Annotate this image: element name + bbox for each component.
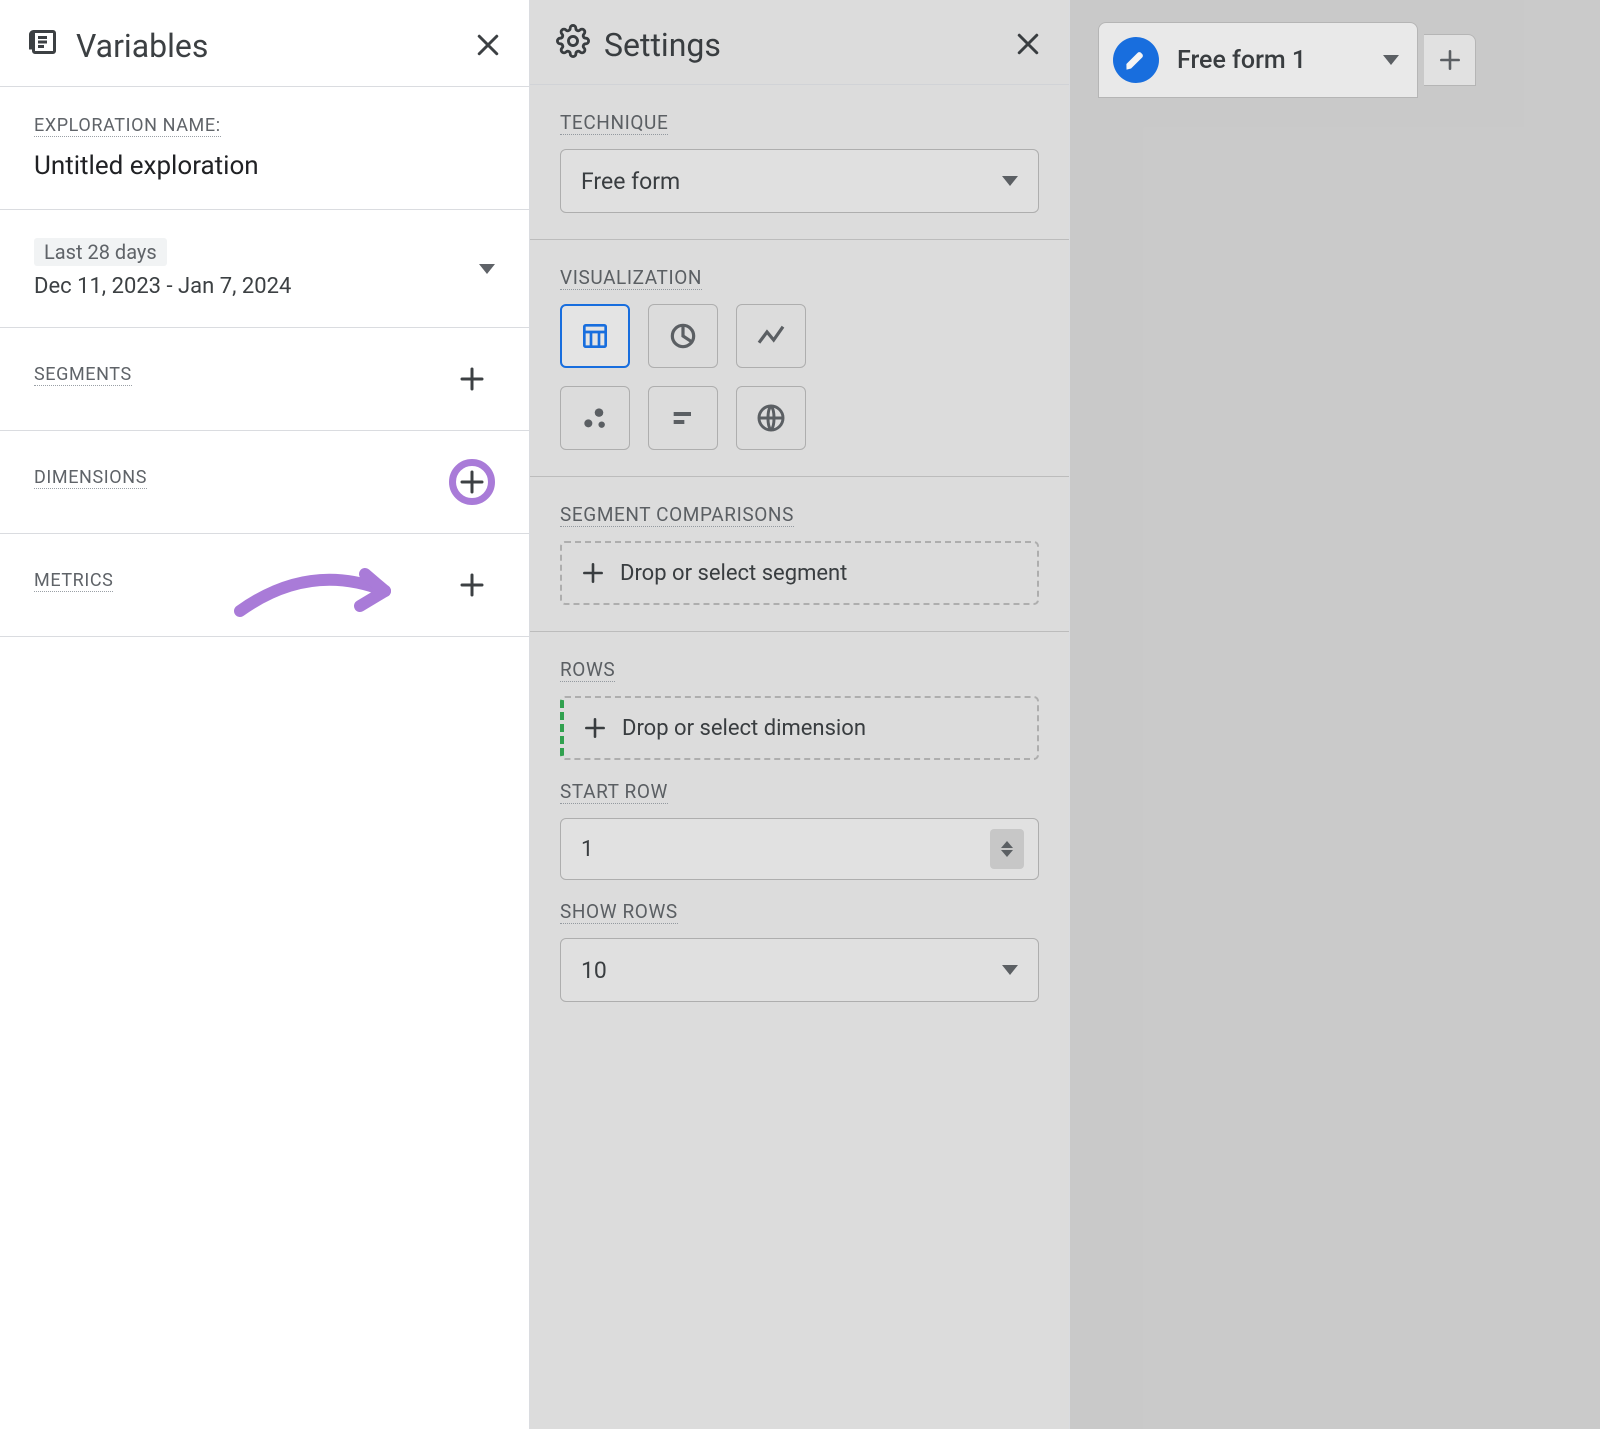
close-variables-button[interactable] [473, 30, 503, 63]
add-segment-button[interactable] [449, 356, 495, 402]
add-metric-button[interactable] [449, 562, 495, 608]
canvas-tab-row: Free form 1 [1070, 0, 1600, 98]
dropdown-caret-icon [1002, 176, 1018, 186]
close-icon [473, 30, 503, 60]
table-icon [579, 320, 611, 352]
stepper-icon[interactable] [990, 829, 1024, 869]
add-tab-button[interactable] [1424, 34, 1476, 86]
plus-icon [457, 364, 487, 394]
exploration-name-section: EXPLORATION NAME: Untitled exploration [0, 87, 529, 210]
exploration-name-label: EXPLORATION NAME: [34, 115, 221, 137]
start-row-section: START ROW 1 [530, 770, 1069, 890]
globe-icon [755, 402, 787, 434]
dimensions-section: DIMENSIONS [0, 431, 529, 534]
dimensions-label: DIMENSIONS [34, 467, 147, 489]
tab-caret-icon [1383, 55, 1399, 65]
segment-drop-text: Drop or select segment [620, 561, 847, 586]
technique-label: TECHNIQUE [560, 111, 668, 135]
close-icon [1013, 29, 1043, 59]
settings-header: Settings [530, 0, 1069, 85]
date-range-picker[interactable]: Last 28 days Dec 11, 2023 - Jan 7, 2024 [34, 238, 495, 299]
exploration-name-input[interactable]: Untitled exploration [34, 151, 495, 181]
canvas-tab-label: Free form 1 [1177, 46, 1365, 75]
visualization-label: VISUALIZATION [560, 266, 702, 290]
settings-title: Settings [604, 26, 721, 64]
technique-select[interactable]: Free form [560, 149, 1039, 213]
start-row-input[interactable]: 1 [560, 818, 1039, 880]
plus-icon [457, 467, 487, 497]
start-row-label: START ROW [560, 780, 668, 804]
viz-scatter-button[interactable] [560, 386, 630, 450]
rows-section: ROWS Drop or select dimension [530, 632, 1069, 770]
show-rows-value: 10 [581, 957, 607, 984]
plus-icon [580, 560, 606, 586]
date-range-section: Last 28 days Dec 11, 2023 - Jan 7, 2024 [0, 210, 529, 328]
bar-icon [667, 402, 699, 434]
variables-icon [26, 24, 62, 68]
date-chip: Last 28 days [34, 238, 167, 266]
plus-icon [457, 570, 487, 600]
rows-label: ROWS [560, 658, 615, 682]
plus-icon [582, 715, 608, 741]
metrics-section: METRICS [0, 534, 529, 637]
edit-tab-icon [1113, 37, 1159, 83]
variables-title: Variables [76, 27, 208, 65]
segment-comparisons-label: SEGMENT COMPARISONS [560, 503, 794, 527]
technique-value: Free form [581, 168, 680, 195]
add-dimension-button[interactable] [449, 459, 495, 505]
rows-drop-text: Drop or select dimension [622, 716, 866, 741]
segment-comparisons-section: SEGMENT COMPARISONS Drop or select segme… [530, 477, 1069, 632]
date-range-text: Dec 11, 2023 - Jan 7, 2024 [34, 274, 291, 299]
technique-section: TECHNIQUE Free form [530, 85, 1069, 240]
settings-panel: Settings TECHNIQUE Free form VISUALIZATI… [530, 0, 1070, 1429]
canvas-panel: Free form 1 [1070, 0, 1600, 1429]
visualization-section: VISUALIZATION [530, 240, 1069, 477]
settings-icon [556, 24, 590, 66]
segments-label: SEGMENTS [34, 364, 132, 386]
viz-geo-button[interactable] [736, 386, 806, 450]
canvas-tab[interactable]: Free form 1 [1098, 22, 1418, 98]
dropdown-caret-icon [479, 264, 495, 274]
segments-section: SEGMENTS [0, 328, 529, 431]
scatter-icon [579, 402, 611, 434]
donut-icon [667, 320, 699, 352]
start-row-value: 1 [581, 837, 593, 862]
dropdown-caret-icon [1002, 965, 1018, 975]
variables-header: Variables [0, 0, 529, 87]
viz-bar-button[interactable] [648, 386, 718, 450]
segment-drop-zone[interactable]: Drop or select segment [560, 541, 1039, 605]
viz-donut-button[interactable] [648, 304, 718, 368]
close-settings-button[interactable] [1013, 29, 1043, 62]
metrics-label: METRICS [34, 570, 113, 592]
show-rows-label: SHOW ROWS [560, 900, 678, 924]
viz-table-button[interactable] [560, 304, 630, 368]
plus-icon [1437, 47, 1463, 73]
variables-panel: Variables EXPLORATION NAME: Untitled exp… [0, 0, 530, 1429]
viz-line-button[interactable] [736, 304, 806, 368]
rows-drop-zone[interactable]: Drop or select dimension [560, 696, 1039, 760]
line-chart-icon [755, 320, 787, 352]
show-rows-section: SHOW ROWS 10 [530, 890, 1069, 1028]
show-rows-select[interactable]: 10 [560, 938, 1039, 1002]
